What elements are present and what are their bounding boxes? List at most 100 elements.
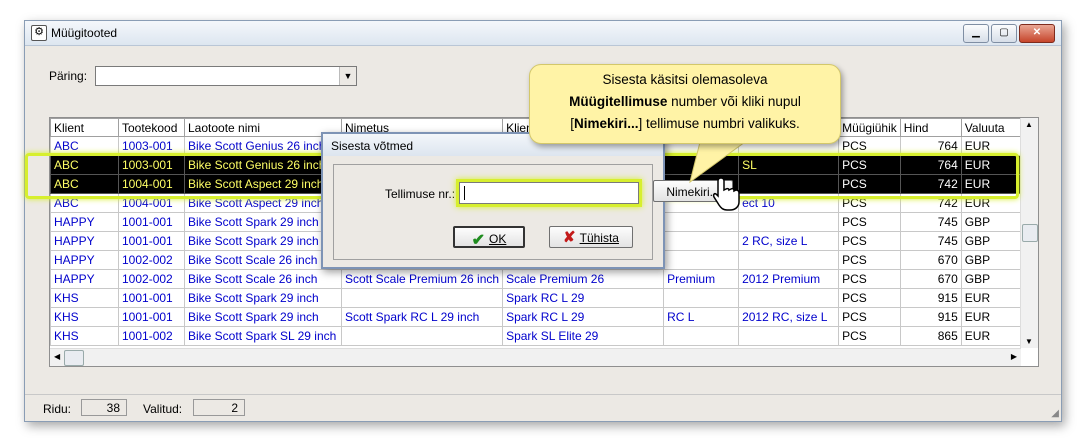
table-cell: 670 <box>899 250 962 270</box>
table-cell: EUR <box>960 307 1023 327</box>
table-cell: Spark RC L 29 <box>502 288 665 308</box>
ok-button[interactable]: ✔ OK <box>453 226 525 249</box>
horizontal-scrollbar[interactable]: ◀ ▶ <box>50 348 1021 366</box>
table-cell: Spark SL Elite 29 <box>502 326 665 346</box>
table-cell: PCS <box>838 326 901 346</box>
table-cell: 764 <box>899 136 962 156</box>
callout-bold-list: Nimekiri... <box>573 116 639 131</box>
table-row[interactable]: HAPPY 1002-002 Bike Scott Scale 26 inch Sco… <box>50 269 1023 289</box>
table-cell: Bike Scott Genius 26 inch <box>184 155 342 175</box>
ok-button-label: OK <box>489 232 507 246</box>
table-cell: 1002-002 <box>118 269 185 289</box>
column-header[interactable]: Klient <box>50 118 119 137</box>
table-cell: Bike Scott Genius 26 inch <box>184 136 342 156</box>
checkmark-icon: ✔ <box>471 232 486 249</box>
text-caret <box>464 186 465 200</box>
scroll-left-icon[interactable]: ◀ <box>54 352 60 361</box>
rows-label: Ridu: <box>43 402 72 416</box>
table-cell <box>663 212 740 232</box>
table-cell: ABC <box>50 193 119 213</box>
table-cell: 915 <box>899 307 962 327</box>
hscroll-thumb[interactable] <box>64 350 84 366</box>
table-cell: EUR <box>960 193 1023 213</box>
table-cell: HAPPY <box>50 250 119 270</box>
minimize-button[interactable]: ▁ <box>963 24 989 43</box>
table-cell: 865 <box>899 326 962 346</box>
table-cell: Bike Scott Aspect 29 inch <box>184 193 342 213</box>
table-cell: Bike Scott Spark 29 inch <box>184 307 342 327</box>
callout-bold-order: Müügitellimuse <box>569 94 668 109</box>
table-cell: 1001-001 <box>118 212 185 232</box>
help-callout: Sisesta käsitsi olemasoleva Müügitellimu… <box>529 64 841 144</box>
scroll-thumb[interactable] <box>1022 224 1038 242</box>
window-controls: ▁ ▢ ✕ <box>963 24 1055 43</box>
column-header[interactable]: Hind <box>899 118 962 137</box>
table-cell: PCS <box>838 269 901 289</box>
callout-line-3: [Nimekiri...] tellimuse numbri valikuks. <box>530 113 840 135</box>
table-cell: KHS <box>50 307 119 327</box>
table-cell <box>663 155 740 175</box>
table-cell: PCS <box>838 155 901 175</box>
table-row[interactable]: KHS 1001-002 Bike Scott Spark SL 29 inch Sp… <box>50 326 1023 346</box>
table-cell: Bike Scott Scale 26 inch <box>184 269 342 289</box>
cancel-button[interactable]: ✘ Tühista <box>549 226 633 248</box>
close-button[interactable]: ✕ <box>1019 24 1055 43</box>
table-cell: 915 <box>899 288 962 308</box>
scroll-down-icon[interactable]: ▼ <box>1025 337 1033 346</box>
table-cell: PCS <box>838 250 901 270</box>
status-bar: Ridu: 38 Valitud: 2 ◢ <box>25 394 1061 421</box>
table-cell: 1004-001 <box>118 174 185 194</box>
table-cell: PCS <box>838 174 901 194</box>
table-cell <box>663 326 740 346</box>
table-cell: 2012 RC, size L <box>738 307 840 327</box>
table-cell: Scott Scale Premium 26 inch <box>340 269 504 289</box>
rows-count: 38 <box>81 399 127 416</box>
table-cell: 1003-001 <box>118 155 185 175</box>
order-number-input[interactable] <box>459 182 639 204</box>
table-cell: 745 <box>899 231 962 251</box>
table-cell: RC L <box>663 307 740 327</box>
table-cell: 1004-001 <box>118 193 185 213</box>
column-header[interactable]: Valuuta <box>960 118 1023 137</box>
table-cell: 2012 Premium <box>738 269 840 289</box>
table-cell: EUR <box>960 155 1023 175</box>
table-cell: 742 <box>899 193 962 213</box>
order-number-label: Tellimuse nr.: <box>385 187 456 201</box>
table-cell: 742 <box>899 174 962 194</box>
chevron-down-icon[interactable]: ▼ <box>339 67 356 85</box>
table-cell: ABC <box>50 174 119 194</box>
table-cell <box>738 288 840 308</box>
table-cell: GBP <box>960 212 1023 232</box>
table-cell <box>738 212 840 232</box>
table-cell: 670 <box>899 269 962 289</box>
vertical-scrollbar[interactable]: ▲ ▼ <box>1020 118 1038 348</box>
table-cell: 1001-001 <box>118 231 185 251</box>
table-cell: KHS <box>50 326 119 346</box>
table-cell: HAPPY <box>50 269 119 289</box>
selected-label: Valitud: <box>143 402 183 416</box>
maximize-button[interactable]: ▢ <box>991 24 1017 43</box>
column-header[interactable]: Müügiühik <box>838 118 901 137</box>
column-header[interactable]: Laotoote nimi <box>184 118 342 137</box>
table-cell: EUR <box>960 326 1023 346</box>
query-select[interactable]: ▼ <box>95 66 357 86</box>
table-cell: Scott Spark RC L 29 inch <box>340 307 504 327</box>
resize-grip-icon[interactable]: ◢ <box>1051 408 1059 419</box>
scroll-right-icon[interactable]: ▶ <box>1011 352 1017 361</box>
column-header[interactable]: Tootekood <box>118 118 185 137</box>
table-cell: Bike Scott Spark SL 29 inch <box>184 326 342 346</box>
table-cell: 2 RC, size L <box>738 231 840 251</box>
table-cell: 764 <box>899 155 962 175</box>
table-row[interactable]: KHS 1001-001 Bike Scott Spark 29 inch Spark… <box>50 288 1023 308</box>
table-cell: GBP <box>960 250 1023 270</box>
enter-keys-dialog: Sisesta võtmed Tellimuse nr.: Nimekiri..… <box>321 132 733 269</box>
table-cell: PCS <box>838 136 901 156</box>
title-bar[interactable]: ⚙ Müügitooted ▁ ▢ ✕ <box>25 21 1061 46</box>
hand-cursor-icon <box>712 177 740 211</box>
table-cell: 1001-002 <box>118 326 185 346</box>
table-cell: Premium <box>663 269 740 289</box>
table-row[interactable]: KHS 1001-001 Bike Scott Spark 29 inch Scott… <box>50 307 1023 327</box>
table-cell: 745 <box>899 212 962 232</box>
table-cell: Bike Scott Spark 29 inch <box>184 212 342 232</box>
scroll-up-icon[interactable]: ▲ <box>1025 120 1033 129</box>
